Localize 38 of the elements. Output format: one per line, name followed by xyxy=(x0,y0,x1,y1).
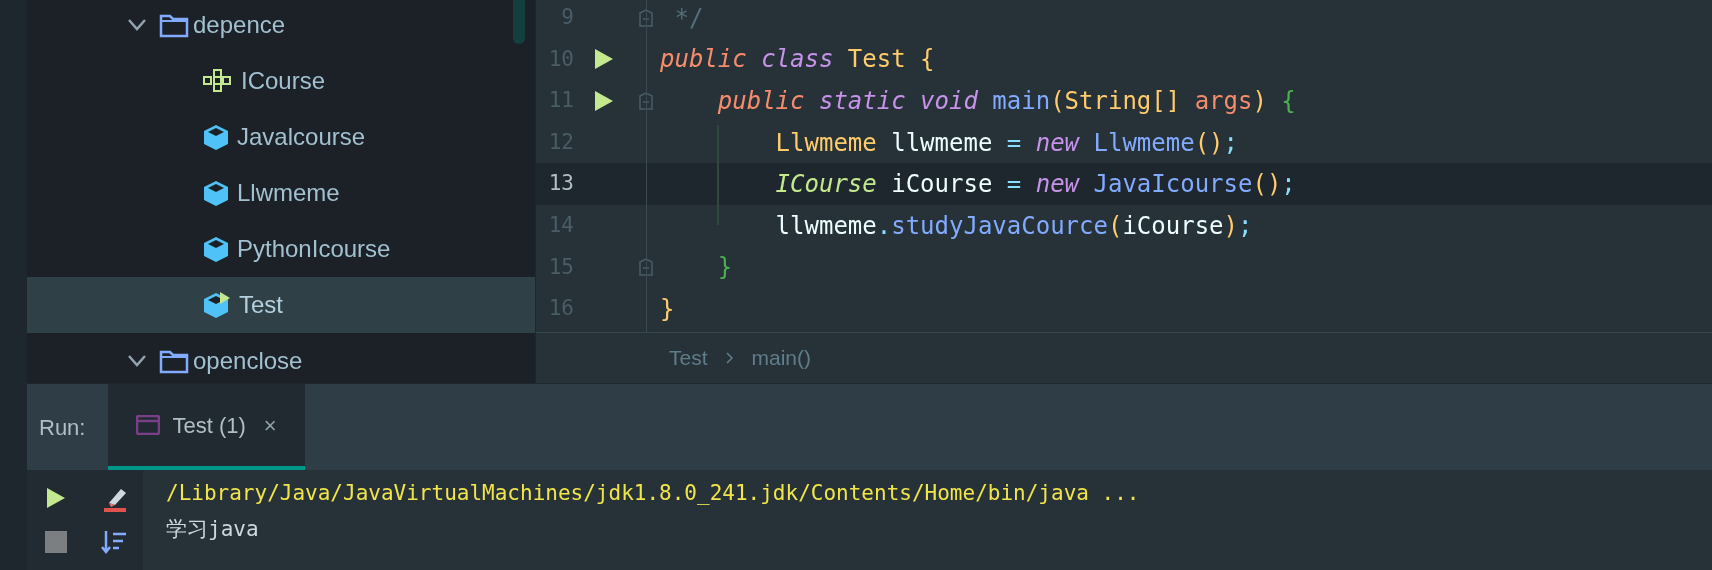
tree-item-label[interactable]: ICourse xyxy=(241,63,326,99)
interface-icon xyxy=(203,69,233,93)
class-icon xyxy=(203,179,229,207)
folder-icon xyxy=(159,348,189,374)
tree-item-label[interactable]: Test xyxy=(239,287,283,323)
window-icon xyxy=(136,415,161,435)
line-number: 13 xyxy=(547,170,574,198)
console-line: 学习java xyxy=(166,515,260,543)
class-icon xyxy=(203,235,229,263)
runnable-class-icon xyxy=(203,291,231,319)
tree-item-label[interactable]: depence xyxy=(193,7,286,43)
chevron-icon[interactable] xyxy=(127,354,147,368)
tree-item-label[interactable]: PythonIcourse xyxy=(237,231,391,267)
code-line: public class Test { xyxy=(660,44,935,76)
tree-item-label[interactable]: Llwmeme xyxy=(237,175,340,211)
code-line: ICourse iCourse = new JavaIcourse(); xyxy=(774,169,1296,201)
scrollbar-thumb[interactable] xyxy=(513,0,525,44)
code-line: */ xyxy=(673,2,704,34)
code-line: } xyxy=(716,252,733,284)
code-line: llwmeme.studyJavaCource(iCourse); xyxy=(774,210,1253,242)
run-icon[interactable] xyxy=(594,48,614,71)
run-icon[interactable] xyxy=(594,90,614,112)
console-line: /Library/Java/JavaVirtualMachines/jdk1.8.0_241.jdk/Contents/Home/bin/java ... xyxy=(166,480,1140,507)
class-icon xyxy=(203,123,229,151)
tree-item-label[interactable]: Javalcourse xyxy=(237,119,366,155)
chevron-icon[interactable] xyxy=(127,18,147,32)
chevron-right-icon xyxy=(725,351,734,364)
code-line: public static void main(String[] args) { xyxy=(716,86,1296,117)
folder-icon xyxy=(159,12,189,38)
sort-icon[interactable] xyxy=(101,529,127,555)
close-button[interactable]: × xyxy=(263,408,277,442)
code-line: } xyxy=(660,293,675,325)
run-tab[interactable]: Test (1) × xyxy=(108,384,305,470)
tree-item-label[interactable]: openclose xyxy=(193,343,303,379)
run-label: Run: xyxy=(39,413,86,442)
selected-row[interactable]: Test xyxy=(27,277,535,333)
code-line: Llwmeme llwmeme = new Llwmeme(); xyxy=(774,127,1238,159)
run-icon[interactable] xyxy=(45,487,67,509)
